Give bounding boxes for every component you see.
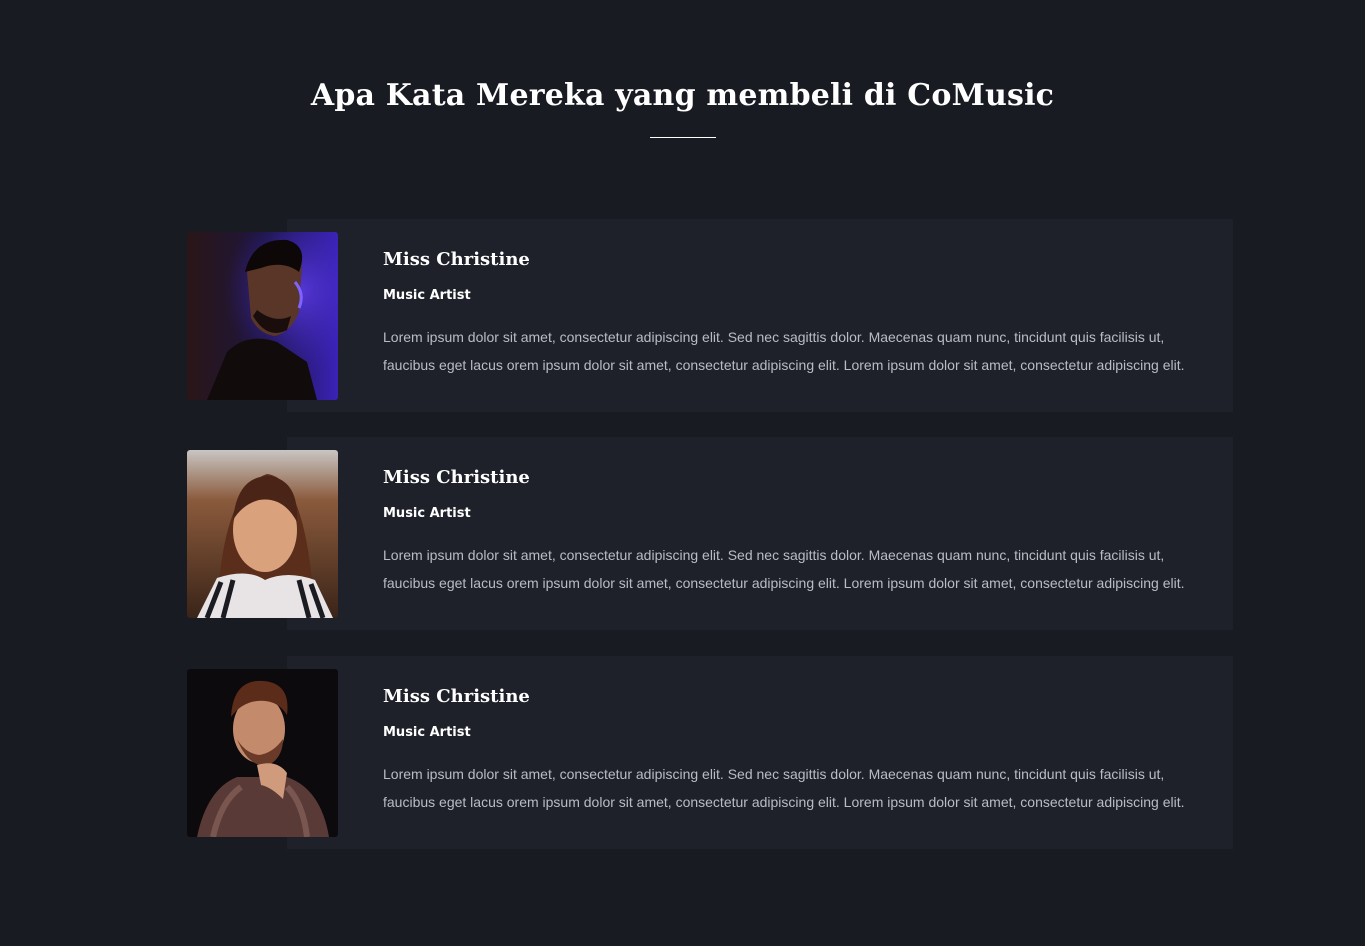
title-divider <box>650 137 716 138</box>
section-title: Apa Kata Mereka yang membeli di CoMusic <box>310 78 1055 113</box>
testimonial-quote: Lorem ipsum dolor sit amet, consectetur … <box>383 329 1185 373</box>
testimonial-quote: Lorem ipsum dolor sit amet, consectetur … <box>383 547 1185 591</box>
testimonial-role: Music Artist <box>383 288 471 303</box>
testimonial-name: Miss Christine <box>383 686 530 707</box>
testimonial-quote: Lorem ipsum dolor sit amet, consectetur … <box>383 766 1185 810</box>
testimonial-card: Miss Christine Music Artist Lorem ipsum … <box>187 219 1233 412</box>
testimonial-name: Miss Christine <box>383 249 530 270</box>
testimonial-photo-woman <box>187 450 338 618</box>
testimonial-name: Miss Christine <box>383 467 530 488</box>
testimonial-card: Miss Christine Music Artist Lorem ipsum … <box>187 656 1233 849</box>
testimonial-photo-bearded-man <box>187 232 338 400</box>
testimonial-role: Music Artist <box>383 725 471 740</box>
testimonial-role: Music Artist <box>383 506 471 521</box>
testimonial-card: Miss Christine Music Artist Lorem ipsum … <box>187 437 1233 630</box>
testimonial-photo-man-thinking <box>187 669 338 837</box>
